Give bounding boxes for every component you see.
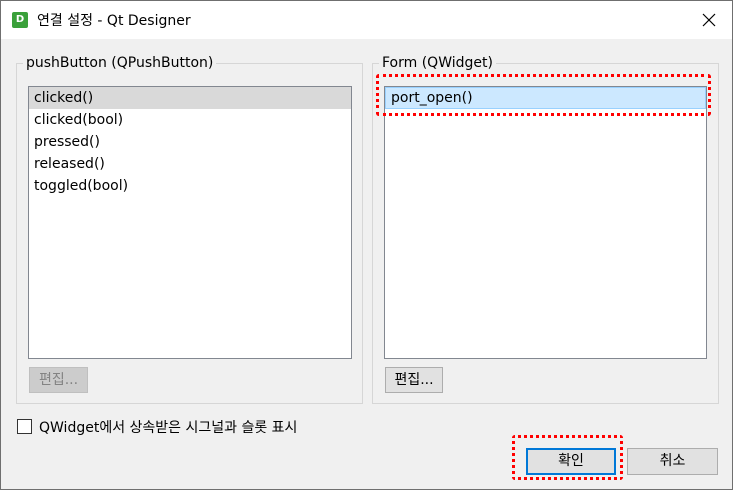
show-inherited-checkbox[interactable] — [17, 419, 32, 434]
slots-list[interactable]: port_open() — [384, 86, 707, 359]
signal-item-released[interactable]: released() — [29, 153, 351, 175]
dialog-window: D 연결 설정 - Qt Designer pushButton (QPushB… — [0, 0, 733, 490]
cancel-button[interactable]: 취소 — [627, 448, 718, 475]
receiver-slots-group: Form (QWidget) port_open() 편집... — [372, 54, 719, 404]
close-icon — [702, 13, 716, 27]
receiver-group-title: Form (QWidget) — [379, 54, 496, 72]
show-inherited-label[interactable]: QWidget에서 상속받은 시그널과 슬롯 표시 — [39, 417, 297, 437]
slot-item-port-open[interactable]: port_open() — [385, 87, 706, 109]
signals-list[interactable]: clicked() clicked(bool) pressed() releas… — [28, 86, 352, 359]
edit-signals-button[interactable]: 편집... — [29, 367, 88, 393]
ok-button[interactable]: 확인 — [526, 448, 616, 475]
signal-item-pressed[interactable]: pressed() — [29, 131, 351, 153]
qt-designer-app-icon: D — [12, 12, 28, 28]
sender-signals-group: pushButton (QPushButton) clicked() click… — [16, 54, 363, 404]
edit-slots-button[interactable]: 편집... — [385, 367, 443, 393]
sender-group-title: pushButton (QPushButton) — [23, 54, 217, 72]
title-bar: D 연결 설정 - Qt Designer — [1, 1, 732, 39]
signal-item-clicked-bool[interactable]: clicked(bool) — [29, 109, 351, 131]
close-button[interactable] — [686, 1, 732, 39]
signal-item-clicked[interactable]: clicked() — [29, 87, 351, 109]
window-title: 연결 설정 - Qt Designer — [37, 13, 191, 29]
signal-item-toggled-bool[interactable]: toggled(bool) — [29, 175, 351, 197]
